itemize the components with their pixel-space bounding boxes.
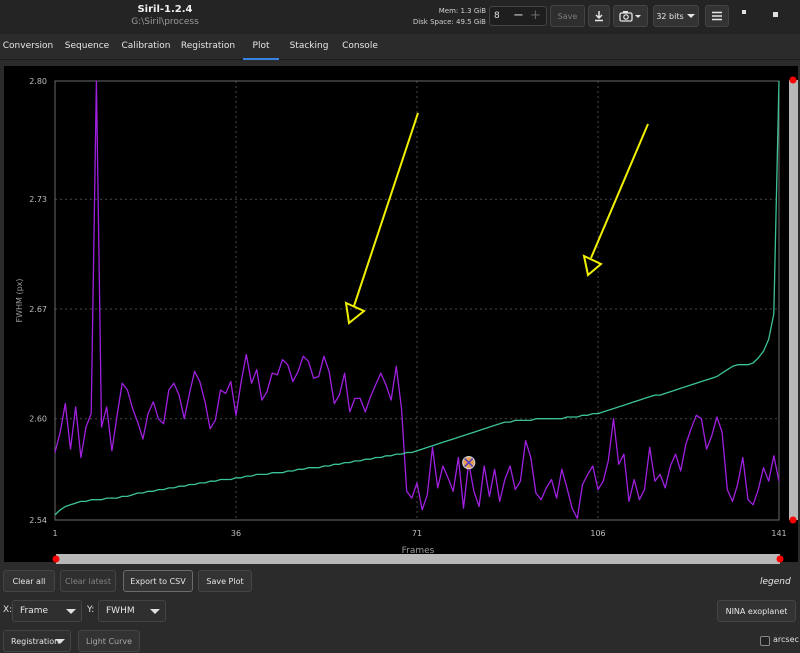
- y-axis-title: FWHM (px): [15, 278, 24, 322]
- bit-depth-label: 32 bits: [656, 11, 684, 21]
- x-tick-label: 141: [771, 529, 786, 538]
- selection-markers: [462, 455, 476, 470]
- light-curve-button[interactable]: Light Curve: [78, 630, 140, 652]
- registration-value: Registration: [11, 637, 60, 646]
- y-range-slider[interactable]: [789, 80, 798, 520]
- working-directory: G:\Siril\process: [131, 17, 199, 27]
- y-tick-label: 2.67: [29, 305, 47, 314]
- y-axis-select[interactable]: FWHM: [98, 600, 166, 622]
- plot-background: [4, 66, 798, 562]
- threads-spinner[interactable]: 8 − +: [489, 6, 547, 26]
- x-range-handle-right[interactable]: [776, 555, 784, 563]
- x-tick-label: 36: [231, 529, 241, 538]
- minimize-button[interactable]: [742, 10, 746, 14]
- tab-plot[interactable]: Plot: [243, 34, 279, 60]
- threads-value[interactable]: 8: [494, 11, 500, 21]
- tab-sequence[interactable]: Sequence: [60, 34, 114, 60]
- arcsec-checkbox[interactable]: [760, 636, 770, 646]
- hamburger-icon: [712, 11, 722, 21]
- y-range-handle-top[interactable]: [789, 76, 797, 84]
- app-title: Siril-1.2.4: [137, 4, 193, 15]
- tab-registration[interactable]: Registration: [180, 34, 236, 60]
- x-axis-label: X:: [3, 605, 13, 615]
- y-axis-label: Y:: [87, 605, 95, 615]
- main-menu-button[interactable]: [705, 5, 729, 27]
- arcsec-label: arcsec: [773, 635, 799, 644]
- clear-latest-button[interactable]: Clear latest: [60, 570, 116, 592]
- plus-icon[interactable]: +: [530, 8, 541, 23]
- tab-calibration[interactable]: Calibration: [118, 34, 174, 60]
- save-plot-button[interactable]: Save Plot: [198, 570, 252, 592]
- camera-icon: [618, 11, 641, 22]
- tab-stacking[interactable]: Stacking: [286, 34, 332, 60]
- chevron-down-icon: [66, 609, 76, 614]
- memory-label: Mem: 1.3 GiB: [438, 7, 486, 15]
- download-icon: [595, 11, 603, 22]
- minus-icon[interactable]: −: [513, 8, 524, 23]
- registration-select[interactable]: Registration: [3, 630, 71, 652]
- y-tick-label: 2.73: [29, 195, 47, 204]
- x-axis-value: Frame: [20, 606, 49, 616]
- legend-toggle[interactable]: legend: [760, 577, 791, 587]
- y-axis-value: FWHM: [106, 606, 135, 616]
- y-tick-label: 2.54: [29, 516, 47, 525]
- chevron-down-icon: [55, 639, 65, 644]
- x-tick-label: 106: [590, 529, 605, 538]
- tab-bar: Conversion Sequence Calibration Registra…: [0, 34, 800, 60]
- chevron-down-icon: [150, 609, 160, 614]
- clear-all-button[interactable]: Clear all: [3, 570, 55, 592]
- chevron-down-icon: [686, 14, 695, 18]
- y-tick-label: 2.60: [29, 415, 47, 424]
- tab-conversion[interactable]: Conversion: [0, 34, 56, 60]
- download-button[interactable]: [588, 5, 610, 27]
- x-tick-label: 71: [412, 529, 422, 538]
- x-axis-select[interactable]: Frame: [12, 600, 82, 622]
- y-tick-label: 2.80: [29, 77, 47, 86]
- disk-space-label: Disk Space: 49.5 GiB: [412, 18, 486, 26]
- export-csv-button[interactable]: Export to CSV: [123, 570, 193, 592]
- close-button[interactable]: [773, 12, 778, 17]
- resource-info: Mem: 1.3 GiB Disk Space: 49.5 GiB: [408, 6, 486, 28]
- fwhm-chart[interactable]: 2.542.602.672.732.801 36 71 106 141FramesFWH…: [0, 66, 800, 567]
- snapshot-button[interactable]: [613, 5, 648, 27]
- x-range-handle-left[interactable]: [52, 555, 60, 563]
- tab-console[interactable]: Console: [340, 34, 380, 60]
- save-button[interactable]: Save: [550, 5, 585, 27]
- x-tick-label: 1: [52, 529, 57, 538]
- x-range-slider[interactable]: [56, 554, 780, 564]
- bit-depth-selector[interactable]: 32 bits: [653, 5, 699, 27]
- header-bar: Siril-1.2.4 G:\Siril\process Mem: 1.3 Gi…: [0, 0, 800, 34]
- y-range-handle-bottom[interactable]: [789, 516, 797, 524]
- plot-area[interactable]: 2.54 2.60 2.67 2.73 2.80 1 36 71 106 141 Frames FWH…: [0, 66, 800, 567]
- nina-exoplanet-button[interactable]: NINA exoplanet: [717, 600, 796, 622]
